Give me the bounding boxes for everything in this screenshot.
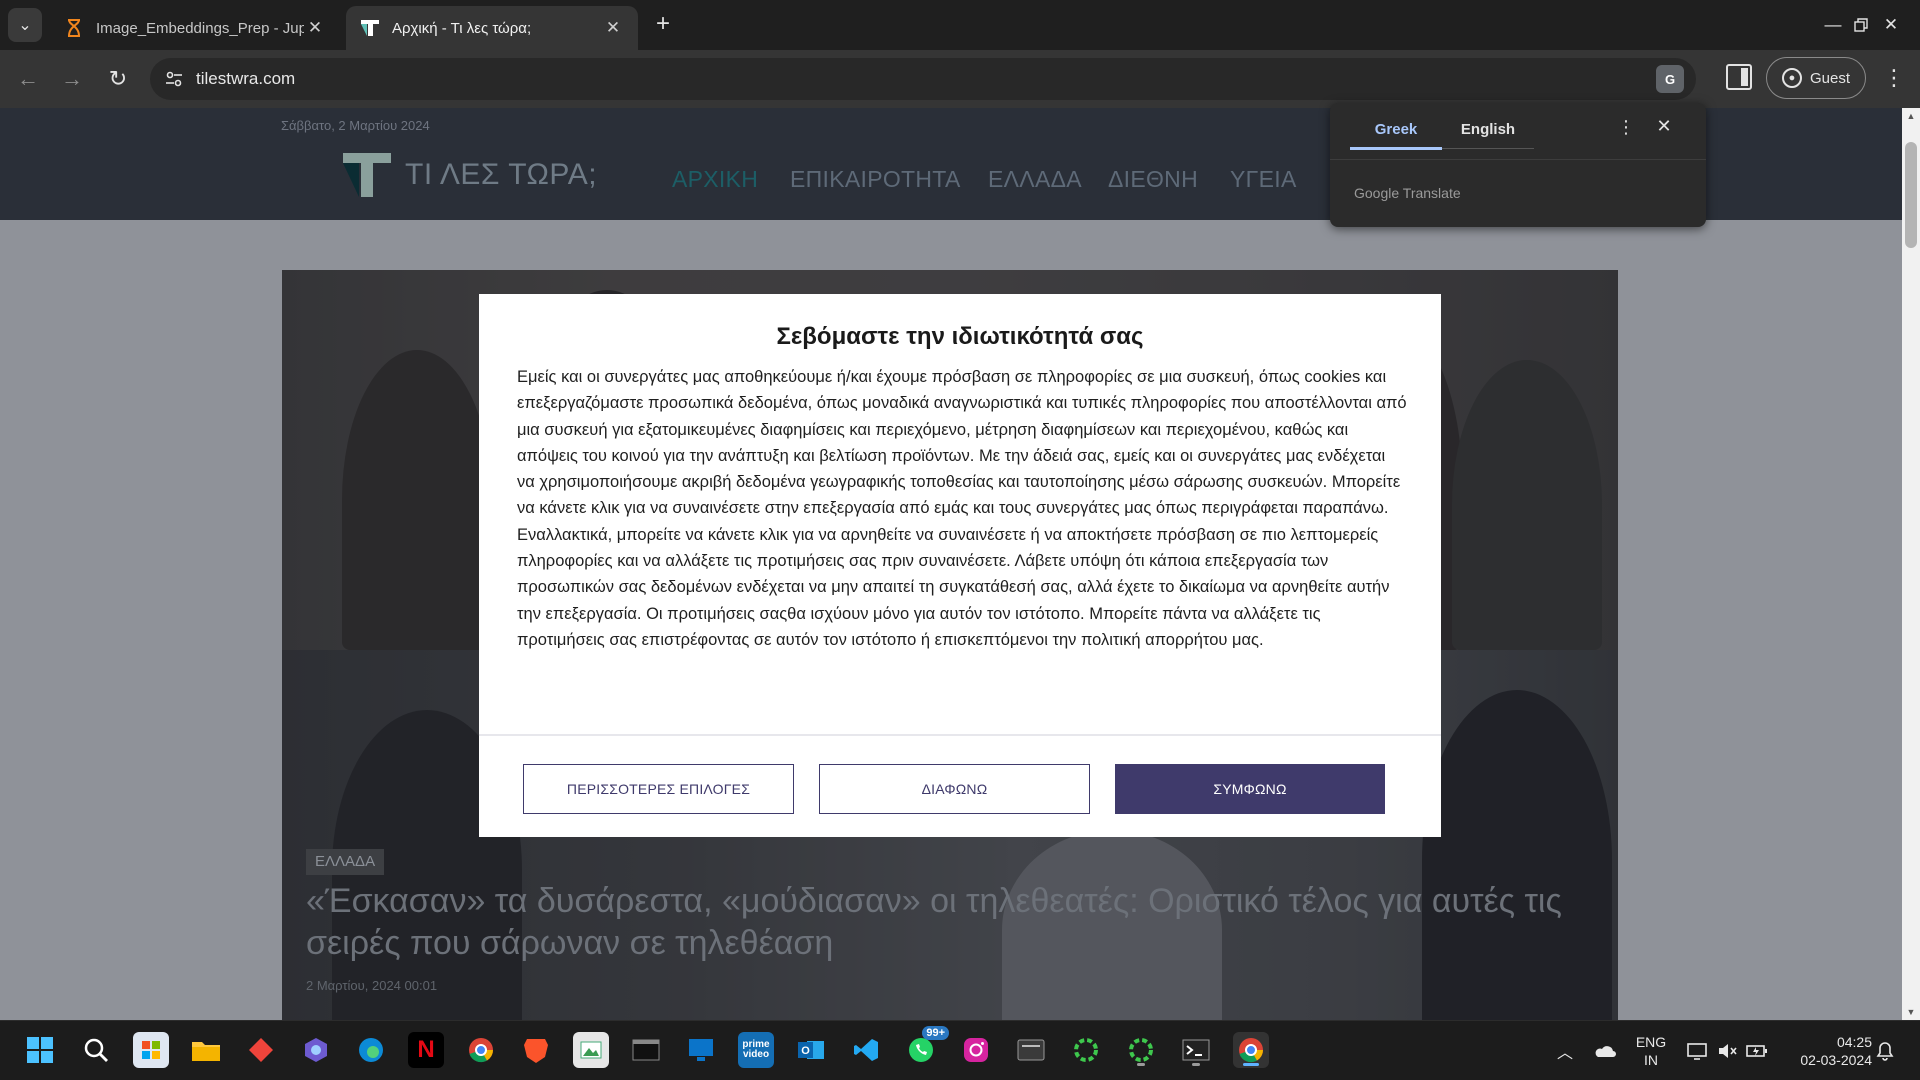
translate-brand: Google Translate (1354, 185, 1461, 201)
header-date: Σάββατο, 2 Μαρτίου 2024 (281, 118, 430, 133)
active-tab-indicator (1350, 147, 1442, 150)
terminal-icon[interactable] (628, 1032, 664, 1068)
close-tab-icon[interactable]: ✕ (602, 18, 624, 38)
nav-item-news[interactable]: ΕΠΙΚΑΙΡΟΤΗΤΑ (790, 166, 961, 193)
powershell-icon[interactable] (1178, 1032, 1214, 1068)
nav-item-greece[interactable]: ΕΛΛΑΔΑ (988, 166, 1082, 193)
more-vertical-icon[interactable]: ⋮ (1616, 117, 1636, 138)
region-label: IN (1644, 1052, 1658, 1068)
site-t-icon (360, 18, 380, 38)
profile-button[interactable]: ● Guest (1766, 57, 1866, 99)
whatsapp-icon[interactable]: 99+ (903, 1026, 949, 1068)
tab-underline (1442, 148, 1534, 149)
tab-search-button[interactable]: ⌄ (8, 8, 42, 42)
tab-title: Αρχική - Τι λες τώρα; (392, 19, 532, 37)
clock[interactable]: 04:25 02-03-2024 (1782, 1021, 1872, 1080)
close-tab-icon[interactable]: ✕ (304, 18, 326, 38)
divider (479, 734, 1441, 736)
reload-icon[interactable]: ↻ (102, 63, 134, 95)
category-badge[interactable]: ΕΛΛΑΔΑ (306, 849, 385, 875)
notification-badge: 99+ (922, 1026, 949, 1040)
prime-video-icon[interactable]: prime video (738, 1032, 774, 1068)
edge-icon[interactable] (353, 1032, 389, 1068)
file-explorer-icon[interactable] (188, 1032, 224, 1068)
chrome-icon[interactable] (463, 1032, 499, 1068)
scroll-down-icon[interactable]: ▼ (1902, 1004, 1920, 1020)
scroll-up-icon[interactable]: ▲ (1902, 108, 1920, 124)
tab-tilestwra[interactable]: Αρχική - Τι λες τώρα; ✕ (346, 6, 638, 50)
close-window-icon[interactable]: ✕ (1862, 0, 1920, 50)
remote-desktop-icon[interactable] (683, 1032, 719, 1068)
running-indicator (1243, 1063, 1259, 1066)
site-info-icon[interactable] (162, 67, 186, 91)
clock-date: 02-03-2024 (1800, 1052, 1872, 1068)
brave-icon[interactable] (518, 1032, 554, 1068)
windows-start-icon[interactable] (22, 1032, 58, 1068)
chrome-active-icon[interactable] (1233, 1032, 1269, 1068)
taskbar: N prime video O 99+ ︿ ENG IN 04:25 02-03… (0, 1020, 1920, 1080)
copilot-icon[interactable] (298, 1032, 334, 1068)
more-options-button[interactable]: ΠΕΡΙΣΣΟΤΕΡΕΣ ΕΠΙΛΟΓΕΣ (523, 764, 794, 814)
divider (1330, 159, 1706, 160)
lang-tab-greek[interactable]: Greek (1350, 121, 1442, 138)
agree-button[interactable]: ΣΥΜΦΩΝΩ (1115, 764, 1385, 814)
translate-popup: Greek English ⋮ ✕ Google Translate (1330, 103, 1706, 227)
page-scrollbar[interactable]: ▲ ▼ (1902, 108, 1920, 1020)
image-viewer-icon[interactable] (573, 1032, 609, 1068)
instagram-icon[interactable] (958, 1032, 994, 1068)
avatar-icon: ● (1781, 68, 1802, 88)
address-bar[interactable]: tilestwra.com G (150, 58, 1696, 100)
language-indicator[interactable]: ENG IN (1628, 1021, 1674, 1080)
chevron-down-icon: ⌄ (18, 17, 32, 34)
tab-title: Image_Embeddings_Prep - Jupy (96, 19, 304, 37)
side-panel-icon[interactable] (1726, 64, 1752, 90)
microsoft-store-icon[interactable] (133, 1032, 169, 1068)
nav-item-home[interactable]: ΑΡΧΙΚΗ (672, 166, 758, 193)
nav-item-health[interactable]: ΥΓΕΙΑ (1230, 166, 1297, 193)
volume-muted-icon[interactable] (1714, 1021, 1740, 1080)
language-label: ENG (1635, 1034, 1667, 1050)
outlook-icon[interactable]: O (793, 1032, 829, 1068)
loader-app-icon[interactable] (1123, 1032, 1159, 1068)
hourglass-icon (64, 18, 84, 38)
scrollbar-thumb[interactable] (1905, 142, 1917, 248)
disagree-button[interactable]: ΔΙΑΦΩΝΩ (819, 764, 1090, 814)
chevron-up-icon[interactable]: ︿ (1552, 1021, 1578, 1080)
svg-text:O: O (801, 1045, 810, 1057)
new-tab-button[interactable]: + (648, 10, 678, 40)
battery-icon[interactable] (1744, 1021, 1770, 1080)
url-text: tilestwra.com (196, 69, 296, 88)
media-app-icon[interactable] (1013, 1032, 1049, 1068)
lang-tab-english[interactable]: English (1442, 121, 1534, 138)
tab-strip: ⌄ Image_Embeddings_Prep - Jupy ✕ Αρχική … (0, 0, 1920, 50)
search-icon[interactable] (78, 1032, 114, 1068)
notification-bell-icon[interactable] (1872, 1021, 1898, 1080)
nav-item-world[interactable]: ΔΙΕΘΝΗ (1108, 166, 1198, 193)
running-indicator (1192, 1063, 1200, 1066)
forward-arrow-icon[interactable]: → (56, 63, 88, 95)
logo-mark-icon (343, 151, 391, 199)
logo-text: ΤΙ ΛΕΣ ΤΩΡΑ; (405, 158, 598, 191)
network-icon[interactable] (1684, 1021, 1710, 1080)
consent-dialog: Σεβόμαστε την ιδιωτικότητά σας Εμείς και… (479, 294, 1441, 837)
back-arrow-icon[interactable]: ← (12, 63, 44, 95)
consent-title: Σεβόμαστε την ιδιωτικότητά σας (776, 323, 1144, 350)
browser-toolbar: ← → ↻ tilestwra.com G ● Guest ⋮ (0, 50, 1920, 108)
running-indicator (1137, 1063, 1145, 1066)
close-icon[interactable]: ✕ (1654, 116, 1674, 137)
consent-body: Εμείς και οι συνεργάτες μας αποθηκεύουμε… (517, 368, 1407, 649)
site-logo[interactable]: ΤΙ ΛΕΣ ΤΩΡΑ; (343, 150, 597, 200)
tab-jupyter[interactable]: Image_Embeddings_Prep - Jupy ✕ (50, 6, 340, 50)
profile-label: Guest (1809, 69, 1851, 87)
article-date: 2 Μαρτίου, 2024 00:01 (306, 978, 438, 993)
anydesk-icon[interactable] (243, 1032, 279, 1068)
more-vertical-icon[interactable]: ⋮ (1880, 62, 1908, 94)
clock-time: 04:25 (1836, 1034, 1872, 1050)
netflix-icon[interactable]: N (408, 1032, 444, 1068)
translate-icon[interactable]: G (1656, 65, 1684, 93)
loader-app-icon[interactable] (1068, 1032, 1104, 1068)
onedrive-icon[interactable] (1590, 1021, 1618, 1080)
vscode-icon[interactable] (848, 1032, 884, 1068)
article-headline[interactable]: «Έσκασαν» τα δυσάρεστα, «μούδιασαν» οι τ… (306, 880, 1596, 964)
